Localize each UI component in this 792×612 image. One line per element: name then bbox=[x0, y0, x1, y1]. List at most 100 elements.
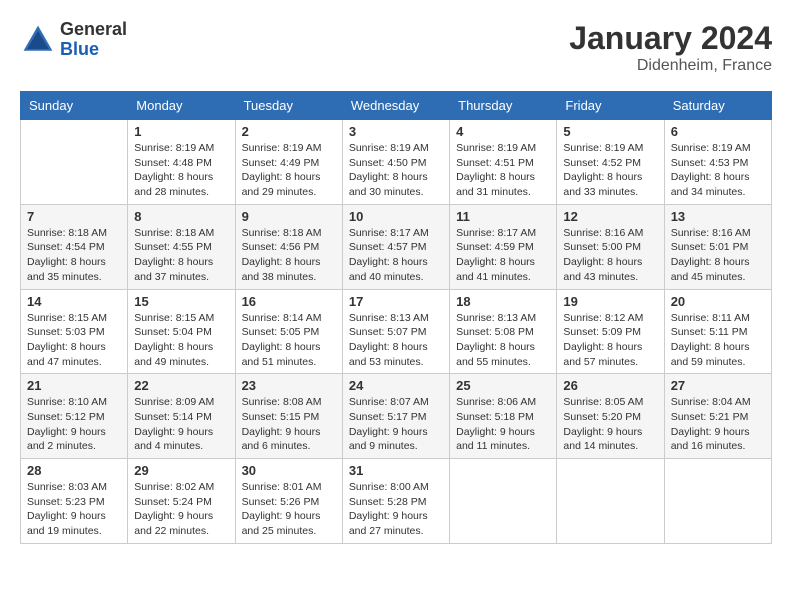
day-info: Sunrise: 8:16 AM Sunset: 5:01 PM Dayligh… bbox=[671, 226, 765, 285]
day-info: Sunrise: 8:18 AM Sunset: 4:56 PM Dayligh… bbox=[242, 226, 336, 285]
calendar-header-row: Sunday Monday Tuesday Wednesday Thursday… bbox=[21, 92, 772, 120]
day-info: Sunrise: 8:10 AM Sunset: 5:12 PM Dayligh… bbox=[27, 395, 121, 454]
day-number: 14 bbox=[27, 294, 121, 309]
day-number: 11 bbox=[456, 209, 550, 224]
day-info: Sunrise: 8:13 AM Sunset: 5:07 PM Dayligh… bbox=[349, 311, 443, 370]
day-info: Sunrise: 8:08 AM Sunset: 5:15 PM Dayligh… bbox=[242, 395, 336, 454]
header-wednesday: Wednesday bbox=[342, 92, 449, 120]
day-number: 8 bbox=[134, 209, 228, 224]
day-number: 9 bbox=[242, 209, 336, 224]
header-saturday: Saturday bbox=[664, 92, 771, 120]
header-monday: Monday bbox=[128, 92, 235, 120]
day-info: Sunrise: 8:01 AM Sunset: 5:26 PM Dayligh… bbox=[242, 480, 336, 539]
table-row bbox=[450, 459, 557, 544]
header-sunday: Sunday bbox=[21, 92, 128, 120]
table-row: 12 Sunrise: 8:16 AM Sunset: 5:00 PM Dayli… bbox=[557, 204, 664, 289]
table-row: 3 Sunrise: 8:19 AM Sunset: 4:50 PM Daylig… bbox=[342, 120, 449, 205]
day-number: 25 bbox=[456, 378, 550, 393]
day-info: Sunrise: 8:19 AM Sunset: 4:52 PM Dayligh… bbox=[563, 141, 657, 200]
day-number: 7 bbox=[27, 209, 121, 224]
table-row: 15 Sunrise: 8:15 AM Sunset: 5:04 PM Dayli… bbox=[128, 289, 235, 374]
table-row: 2 Sunrise: 8:19 AM Sunset: 4:49 PM Daylig… bbox=[235, 120, 342, 205]
table-row: 21Sunrise: 8:10 AM Sunset: 5:12 PM Dayli… bbox=[21, 374, 128, 459]
table-row: 30 Sunrise: 8:01 AM Sunset: 5:26 PM Dayli… bbox=[235, 459, 342, 544]
day-info: Sunrise: 8:19 AM Sunset: 4:48 PM Dayligh… bbox=[134, 141, 228, 200]
day-info: Sunrise: 8:09 AM Sunset: 5:14 PM Dayligh… bbox=[134, 395, 228, 454]
table-row: 7 Sunrise: 8:18 AM Sunset: 4:54 PM Daylig… bbox=[21, 204, 128, 289]
table-row: 22 Sunrise: 8:09 AM Sunset: 5:14 PM Dayli… bbox=[128, 374, 235, 459]
table-row: 25 Sunrise: 8:06 AM Sunset: 5:18 PM Dayli… bbox=[450, 374, 557, 459]
table-row: 17 Sunrise: 8:13 AM Sunset: 5:07 PM Dayli… bbox=[342, 289, 449, 374]
day-info: Sunrise: 8:05 AM Sunset: 5:20 PM Dayligh… bbox=[563, 395, 657, 454]
day-number: 6 bbox=[671, 124, 765, 139]
table-row: 24Sunrise: 8:07 AM Sunset: 5:17 PM Dayli… bbox=[342, 374, 449, 459]
table-row: 18 Sunrise: 8:13 AM Sunset: 5:08 PM Dayli… bbox=[450, 289, 557, 374]
table-row: 31 Sunrise: 8:00 AM Sunset: 5:28 PM Dayli… bbox=[342, 459, 449, 544]
calendar-week-row: 1 Sunrise: 8:19 AM Sunset: 4:48 PM Daylig… bbox=[21, 120, 772, 205]
table-row: 19 Sunrise: 8:12 AM Sunset: 5:09 PM Dayli… bbox=[557, 289, 664, 374]
day-info: Sunrise: 8:19 AM Sunset: 4:50 PM Dayligh… bbox=[349, 141, 443, 200]
table-row: 10 Sunrise: 8:17 AM Sunset: 4:57 PM Dayli… bbox=[342, 204, 449, 289]
day-info: Sunrise: 8:18 AM Sunset: 4:55 PM Dayligh… bbox=[134, 226, 228, 285]
table-row: 11Sunrise: 8:17 AM Sunset: 4:59 PM Dayli… bbox=[450, 204, 557, 289]
table-row: 6 Sunrise: 8:19 AM Sunset: 4:53 PM Daylig… bbox=[664, 120, 771, 205]
day-info: Sunrise: 8:04 AM Sunset: 5:21 PM Dayligh… bbox=[671, 395, 765, 454]
table-row bbox=[557, 459, 664, 544]
day-number: 2 bbox=[242, 124, 336, 139]
table-row: 4 Sunrise: 8:19 AM Sunset: 4:51 PM Daylig… bbox=[450, 120, 557, 205]
day-info: Sunrise: 8:02 AM Sunset: 5:24 PM Dayligh… bbox=[134, 480, 228, 539]
table-row: 26 Sunrise: 8:05 AM Sunset: 5:20 PM Dayli… bbox=[557, 374, 664, 459]
day-info: Sunrise: 8:13 AM Sunset: 5:08 PM Dayligh… bbox=[456, 311, 550, 370]
day-number: 12 bbox=[563, 209, 657, 224]
day-info: Sunrise: 8:16 AM Sunset: 5:00 PM Dayligh… bbox=[563, 226, 657, 285]
logo-general: General bbox=[60, 20, 127, 40]
day-info: Sunrise: 8:14 AM Sunset: 5:05 PM Dayligh… bbox=[242, 311, 336, 370]
header-friday: Friday bbox=[557, 92, 664, 120]
table-row: 5Sunrise: 8:19 AM Sunset: 4:52 PM Daylig… bbox=[557, 120, 664, 205]
day-number: 15 bbox=[134, 294, 228, 309]
header-thursday: Thursday bbox=[450, 92, 557, 120]
day-info: Sunrise: 8:00 AM Sunset: 5:28 PM Dayligh… bbox=[349, 480, 443, 539]
day-number: 23 bbox=[242, 378, 336, 393]
day-info: Sunrise: 8:19 AM Sunset: 4:53 PM Dayligh… bbox=[671, 141, 765, 200]
day-info: Sunrise: 8:18 AM Sunset: 4:54 PM Dayligh… bbox=[27, 226, 121, 285]
table-row: 1 Sunrise: 8:19 AM Sunset: 4:48 PM Daylig… bbox=[128, 120, 235, 205]
table-row: 9 Sunrise: 8:18 AM Sunset: 4:56 PM Daylig… bbox=[235, 204, 342, 289]
day-number: 29 bbox=[134, 463, 228, 478]
page-header: General Blue January 2024 Didenheim, Fra… bbox=[20, 20, 772, 75]
table-row: 8 Sunrise: 8:18 AM Sunset: 4:55 PM Daylig… bbox=[128, 204, 235, 289]
day-number: 31 bbox=[349, 463, 443, 478]
day-number: 18 bbox=[456, 294, 550, 309]
day-number: 17 bbox=[349, 294, 443, 309]
table-row: 29 Sunrise: 8:02 AM Sunset: 5:24 PM Dayli… bbox=[128, 459, 235, 544]
day-number: 3 bbox=[349, 124, 443, 139]
location: Didenheim, France bbox=[569, 57, 772, 75]
day-number: 10 bbox=[349, 209, 443, 224]
day-number: 22 bbox=[134, 378, 228, 393]
day-info: Sunrise: 8:15 AM Sunset: 5:03 PM Dayligh… bbox=[27, 311, 121, 370]
calendar-week-row: 28Sunrise: 8:03 AM Sunset: 5:23 PM Dayli… bbox=[21, 459, 772, 544]
table-row: 13Sunrise: 8:16 AM Sunset: 5:01 PM Dayli… bbox=[664, 204, 771, 289]
day-number: 4 bbox=[456, 124, 550, 139]
day-number: 27 bbox=[671, 378, 765, 393]
day-number: 30 bbox=[242, 463, 336, 478]
table-row: 28Sunrise: 8:03 AM Sunset: 5:23 PM Dayli… bbox=[21, 459, 128, 544]
day-number: 1 bbox=[134, 124, 228, 139]
title-block: January 2024 Didenheim, France bbox=[569, 20, 772, 75]
calendar-week-row: 14 Sunrise: 8:15 AM Sunset: 5:03 PM Dayli… bbox=[21, 289, 772, 374]
table-row: 16 Sunrise: 8:14 AM Sunset: 5:05 PM Dayli… bbox=[235, 289, 342, 374]
day-info: Sunrise: 8:15 AM Sunset: 5:04 PM Dayligh… bbox=[134, 311, 228, 370]
day-info: Sunrise: 8:19 AM Sunset: 4:49 PM Dayligh… bbox=[242, 141, 336, 200]
day-number: 19 bbox=[563, 294, 657, 309]
day-info: Sunrise: 8:12 AM Sunset: 5:09 PM Dayligh… bbox=[563, 311, 657, 370]
day-info: Sunrise: 8:17 AM Sunset: 4:57 PM Dayligh… bbox=[349, 226, 443, 285]
header-tuesday: Tuesday bbox=[235, 92, 342, 120]
day-info: Sunrise: 8:06 AM Sunset: 5:18 PM Dayligh… bbox=[456, 395, 550, 454]
day-info: Sunrise: 8:19 AM Sunset: 4:51 PM Dayligh… bbox=[456, 141, 550, 200]
day-number: 26 bbox=[563, 378, 657, 393]
month-title: January 2024 bbox=[569, 20, 772, 57]
day-number: 24 bbox=[349, 378, 443, 393]
table-row bbox=[21, 120, 128, 205]
day-number: 28 bbox=[27, 463, 121, 478]
day-number: 16 bbox=[242, 294, 336, 309]
